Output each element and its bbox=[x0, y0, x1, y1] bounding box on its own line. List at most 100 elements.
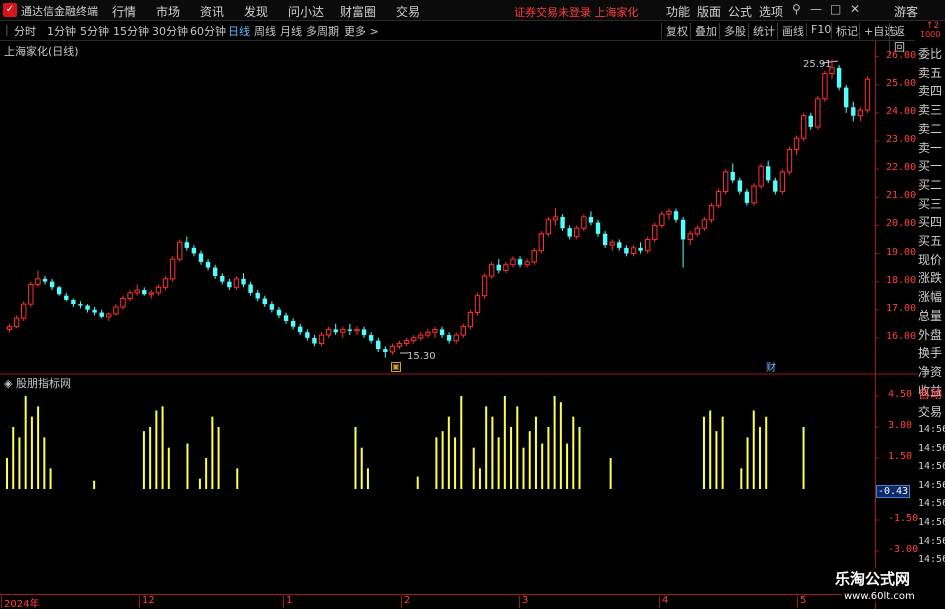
candle[interactable] bbox=[298, 323, 303, 336]
broker-status-text[interactable]: 证券交易未登录 上海家化 bbox=[514, 4, 639, 20]
menu-caifuquan[interactable]: 财富圈 bbox=[340, 3, 376, 20]
candle[interactable] bbox=[220, 273, 225, 285]
candle[interactable] bbox=[376, 337, 381, 352]
candle[interactable] bbox=[78, 301, 83, 309]
candle[interactable] bbox=[467, 309, 474, 330]
candle[interactable] bbox=[808, 112, 813, 130]
candle[interactable] bbox=[191, 245, 197, 257]
candle[interactable] bbox=[205, 259, 211, 271]
candle[interactable] bbox=[127, 290, 133, 302]
candle[interactable] bbox=[269, 301, 275, 313]
menu-gongneng[interactable]: 功能 bbox=[666, 3, 690, 20]
candle[interactable] bbox=[773, 177, 778, 195]
candle[interactable] bbox=[602, 231, 608, 248]
period-1min[interactable]: 1分钟 bbox=[47, 23, 76, 39]
candle[interactable] bbox=[248, 281, 253, 296]
candle[interactable] bbox=[312, 335, 317, 347]
candle[interactable] bbox=[595, 219, 601, 237]
candle[interactable] bbox=[42, 276, 48, 285]
candle[interactable] bbox=[49, 278, 55, 291]
stats-button[interactable]: 统计 bbox=[748, 23, 775, 39]
candle[interactable] bbox=[488, 261, 495, 279]
candle[interactable] bbox=[815, 96, 821, 130]
candle[interactable] bbox=[35, 270, 41, 288]
candle[interactable] bbox=[524, 259, 530, 268]
f10-button[interactable]: F10 bbox=[806, 23, 831, 36]
candle[interactable] bbox=[652, 222, 658, 243]
candle[interactable] bbox=[432, 326, 438, 338]
overlay-button[interactable]: 叠加 bbox=[690, 23, 717, 39]
side-field-label[interactable]: 买一 bbox=[918, 157, 945, 175]
candle[interactable] bbox=[765, 160, 771, 184]
candle[interactable] bbox=[120, 295, 126, 310]
side-field-label[interactable]: 涨幅 bbox=[918, 288, 945, 306]
candle[interactable] bbox=[28, 281, 34, 307]
mark-button[interactable]: 标记 bbox=[831, 23, 858, 39]
candle[interactable] bbox=[574, 225, 580, 240]
candle[interactable] bbox=[503, 261, 509, 274]
candle[interactable] bbox=[531, 247, 537, 265]
side-field-label[interactable]: 涨跌 bbox=[918, 269, 945, 287]
indicator-toggle-icon[interactable]: ◈ bbox=[4, 377, 16, 390]
menu-xuanxiang[interactable]: 选项 bbox=[759, 3, 783, 20]
candle[interactable] bbox=[347, 323, 353, 336]
candle[interactable] bbox=[227, 278, 232, 291]
side-field-label[interactable]: 买二 bbox=[918, 176, 945, 194]
candle[interactable] bbox=[56, 285, 62, 296]
maximize-icon[interactable]: □ bbox=[830, 2, 841, 16]
candle[interactable] bbox=[751, 183, 757, 206]
candle[interactable] bbox=[624, 245, 629, 257]
close-icon[interactable]: ✕ bbox=[850, 2, 860, 16]
candle[interactable] bbox=[333, 323, 338, 336]
period-weekly[interactable]: 周线 bbox=[254, 23, 276, 39]
candle[interactable] bbox=[283, 312, 289, 324]
candle[interactable] bbox=[474, 292, 481, 316]
candle[interactable] bbox=[340, 326, 346, 338]
event-marker-icon[interactable]: ▣ bbox=[391, 362, 401, 372]
side-field-label[interactable]: 委比 bbox=[918, 45, 945, 63]
candle[interactable] bbox=[99, 309, 104, 319]
candle[interactable] bbox=[630, 245, 637, 257]
period-5min[interactable]: 5分钟 bbox=[80, 23, 109, 39]
guest-label[interactable]: 游客 bbox=[894, 3, 918, 20]
candle[interactable] bbox=[680, 216, 686, 268]
candle[interactable] bbox=[617, 239, 622, 251]
side-field-label[interactable]: 买四 bbox=[918, 213, 945, 231]
candle[interactable] bbox=[510, 256, 516, 268]
candle[interactable] bbox=[715, 188, 722, 209]
menu-jiaoyi[interactable]: 交易 bbox=[396, 3, 420, 20]
finance-badge[interactable]: 财 bbox=[766, 359, 776, 374]
candle[interactable] bbox=[396, 340, 403, 350]
candle[interactable] bbox=[666, 208, 672, 220]
candle[interactable] bbox=[162, 276, 169, 291]
candle[interactable] bbox=[453, 332, 459, 344]
candle[interactable] bbox=[64, 292, 69, 302]
candle[interactable] bbox=[644, 236, 651, 254]
candle[interactable] bbox=[13, 315, 20, 329]
candle[interactable] bbox=[857, 107, 864, 122]
candle[interactable] bbox=[836, 65, 842, 91]
candle[interactable] bbox=[701, 216, 708, 231]
candle[interactable] bbox=[148, 290, 155, 299]
candle[interactable] bbox=[793, 135, 800, 156]
candle[interactable] bbox=[354, 326, 360, 336]
candle[interactable] bbox=[368, 332, 374, 344]
candle[interactable] bbox=[241, 273, 246, 288]
side-field-label[interactable]: 卖四 bbox=[918, 82, 945, 100]
side-field-label[interactable]: 卖三 bbox=[918, 101, 945, 119]
candle[interactable] bbox=[383, 346, 388, 358]
period-15min[interactable]: 15分钟 bbox=[113, 23, 149, 39]
candle[interactable] bbox=[418, 332, 424, 341]
candle[interactable] bbox=[687, 231, 693, 246]
fuquan-button[interactable]: 复权 bbox=[661, 23, 688, 39]
candle[interactable] bbox=[198, 250, 204, 265]
candle[interactable] bbox=[410, 335, 417, 344]
candle[interactable] bbox=[318, 332, 325, 347]
candle[interactable] bbox=[92, 306, 97, 316]
menu-faxian[interactable]: 发现 bbox=[244, 3, 268, 20]
draw-line-button[interactable]: 画线 bbox=[777, 23, 804, 39]
candle[interactable] bbox=[403, 337, 410, 347]
side-field-label[interactable]: 外盘 bbox=[918, 326, 945, 344]
candle[interactable] bbox=[155, 284, 162, 296]
candle[interactable] bbox=[730, 163, 735, 184]
